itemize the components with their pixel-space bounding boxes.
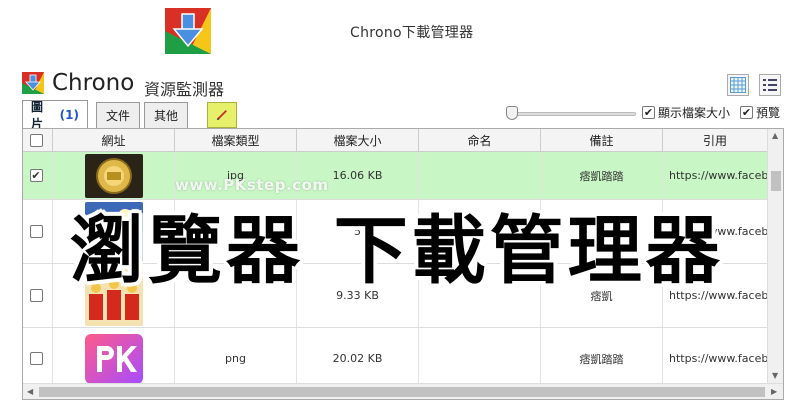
grid-view-button[interactable] <box>727 74 749 96</box>
header-banner: Chrono下載管理器 <box>0 0 800 62</box>
tab-other[interactable]: 其他 <box>144 102 188 128</box>
url-cell <box>53 328 175 389</box>
tab-images-label: 圖片 <box>31 99 44 131</box>
chrono-logo-icon <box>22 72 44 94</box>
pencil-icon <box>216 110 227 121</box>
horizontal-scroll-thumb[interactable] <box>39 387 765 397</box>
tab-documents[interactable]: 文件 <box>96 102 140 128</box>
app-titlebar: Chrono 資源監測器 <box>20 68 784 99</box>
show-file-size-checkbox[interactable]: ✔ <box>642 106 655 119</box>
size-cell: 20.02 KB <box>297 328 419 389</box>
app-name: Chrono <box>52 70 135 96</box>
horizontal-scrollbar[interactable]: ◀ ▶ <box>23 383 783 399</box>
watermark-text: www.PKstep.com <box>175 176 329 194</box>
table-row[interactable]: png 20.02 KB 痞凱踏踏 https://www.faceb <box>23 328 767 390</box>
select-all-header <box>23 129 53 152</box>
row-select-cell <box>23 200 53 263</box>
row-select-cell: ✔ <box>23 152 53 199</box>
column-header-reference[interactable]: 引用 <box>663 129 767 152</box>
list-view-icon <box>763 79 777 91</box>
url-cell <box>53 152 175 199</box>
list-view-button[interactable] <box>759 74 781 96</box>
preview-checkbox[interactable]: ✔ <box>740 106 753 119</box>
gold-coin-thumbnail <box>84 153 143 198</box>
banner-title: Chrono下載管理器 <box>350 25 474 41</box>
preview-label: 預覽 <box>756 106 781 120</box>
column-header-name[interactable]: 命名 <box>419 129 541 152</box>
row-select-cell <box>23 328 53 389</box>
note-cell[interactable]: 痞凱踏踏 <box>541 328 663 389</box>
tab-bar: 圖片 (1) 文件 其他 ✔ 顯示檔案大小 ✔ 預覽 <box>22 100 782 131</box>
show-file-size-label: 顯示檔案大小 <box>658 106 731 120</box>
reference-cell[interactable]: https://www.faceb <box>663 152 767 199</box>
column-header-size[interactable]: 檔案大小 <box>297 129 419 152</box>
row-checkbox[interactable]: ✔ <box>29 169 43 182</box>
show-file-size-option[interactable]: ✔ 顯示檔案大小 <box>642 104 730 121</box>
row-checkbox[interactable] <box>29 289 43 302</box>
preview-option[interactable]: ✔ 預覽 <box>740 104 780 121</box>
scroll-down-arrow-icon[interactable]: ▼ <box>772 371 778 380</box>
note-cell[interactable]: 痞凱踏踏 <box>541 152 663 199</box>
pk-logo-thumbnail <box>84 333 143 384</box>
thumbnail-size-slider[interactable] <box>508 112 636 116</box>
column-header-url[interactable]: 網址 <box>53 129 175 152</box>
thumbnail-size-slider-handle[interactable] <box>506 106 518 120</box>
tab-images[interactable]: 圖片 (1) <box>22 100 88 131</box>
tab-documents-label: 文件 <box>105 109 130 123</box>
row-checkbox[interactable] <box>29 225 43 238</box>
app-subtitle: 資源監測器 <box>144 80 225 99</box>
row-checkbox[interactable] <box>29 352 43 365</box>
row-select-cell <box>23 264 53 327</box>
grid-view-icon <box>730 77 746 93</box>
chrono-logo-icon <box>165 8 211 54</box>
tab-other-label: 其他 <box>153 109 178 123</box>
reference-cell[interactable]: https://www.faceb <box>663 328 767 389</box>
vertical-scrollbar[interactable]: ▲ ▼ <box>767 129 783 383</box>
name-cell[interactable] <box>419 152 541 199</box>
column-header-type[interactable]: 檔案類型 <box>175 129 297 152</box>
edit-button[interactable] <box>207 102 237 128</box>
type-cell: png <box>175 328 297 389</box>
vertical-scroll-thumb[interactable] <box>771 171 781 191</box>
column-header-note[interactable]: 備註 <box>541 129 663 152</box>
overlay-title: 瀏覽器 下載管理器 <box>70 208 724 294</box>
name-cell[interactable] <box>419 328 541 389</box>
table-header: 網址 檔案類型 檔案大小 命名 備註 引用 <box>23 129 767 152</box>
scroll-left-arrow-icon[interactable]: ◀ <box>27 387 33 396</box>
scroll-up-arrow-icon[interactable]: ▲ <box>772 131 778 140</box>
scroll-right-arrow-icon[interactable]: ▶ <box>771 387 777 396</box>
select-all-checkbox[interactable] <box>29 134 43 147</box>
tab-images-count: (1) <box>59 107 79 122</box>
table-row[interactable]: ✔ jpg 16.06 KB 痞凱踏踏 https://www.faceb <box>23 152 767 200</box>
